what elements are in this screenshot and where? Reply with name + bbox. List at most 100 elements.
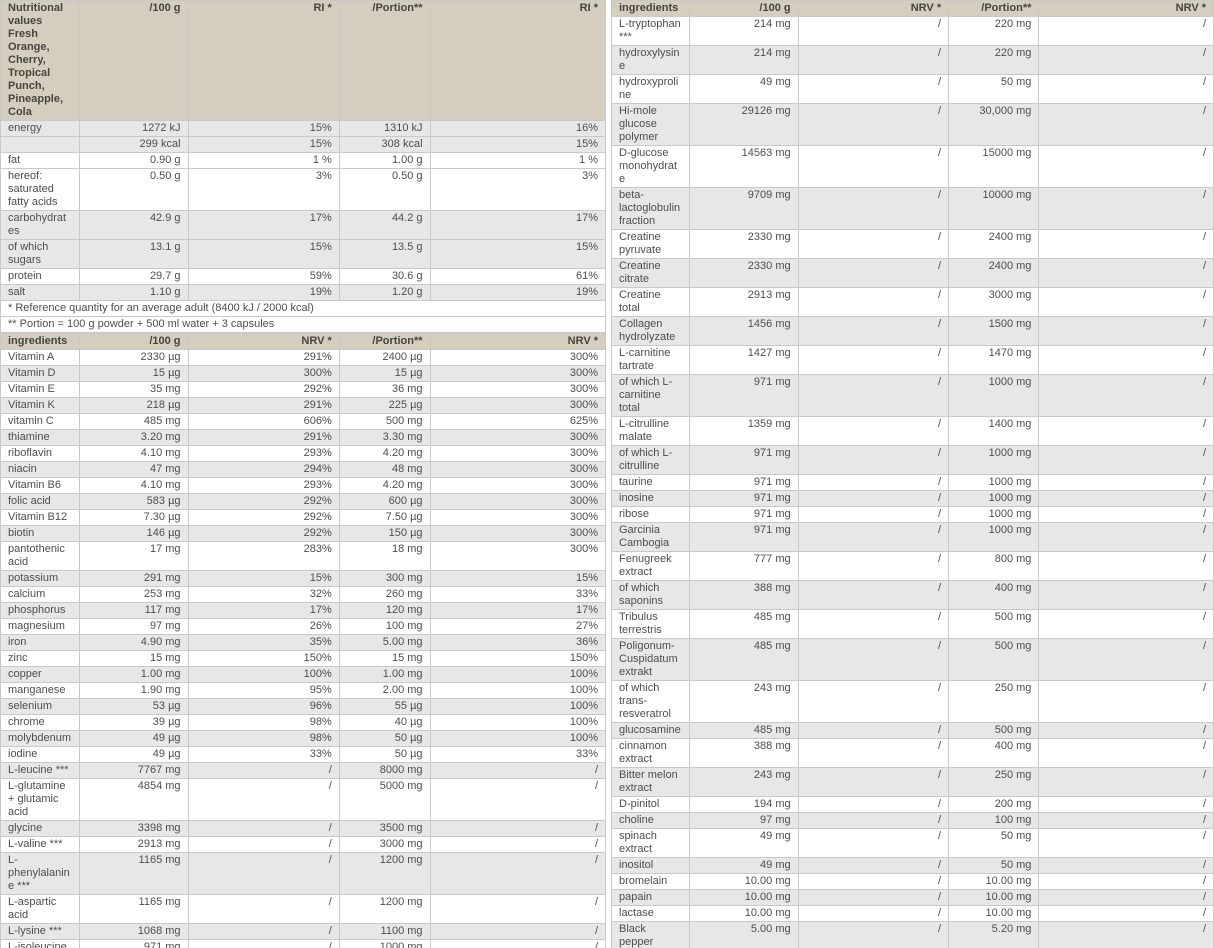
row-value: 2330 mg (690, 230, 798, 259)
row-value: 214 mg (690, 17, 798, 46)
row-value: 300% (188, 366, 339, 382)
row-value: / (798, 475, 949, 491)
row-value: 49 µg (79, 731, 188, 747)
row-value: 225 µg (339, 398, 430, 414)
row-value: 291% (188, 398, 339, 414)
table-row: D-glucose monohydrate14563 mg/15000 mg/ (612, 146, 1214, 188)
row-value: 300% (430, 446, 605, 462)
row-value: 15 µg (79, 366, 188, 382)
row-value: / (798, 17, 949, 46)
table-row: Creatine citrate2330 mg/2400 mg/ (612, 259, 1214, 288)
row-label: of which L-citrulline (612, 446, 690, 475)
row-value: 220 mg (949, 17, 1039, 46)
row-value: / (188, 895, 339, 924)
row-value: 1000 mg (949, 446, 1039, 475)
row-value: 13.5 g (339, 240, 430, 269)
row-value: 15% (188, 121, 339, 137)
col-header-per-100g: /100 g (690, 1, 798, 17)
table-row: zinc15 mg150%15 mg150% (1, 651, 606, 667)
row-label: Tribulus terrestris (612, 610, 690, 639)
row-value: 98% (188, 715, 339, 731)
row-value: 1000 mg (949, 491, 1039, 507)
row-value: / (1039, 874, 1214, 890)
row-value: 33% (430, 587, 605, 603)
table-row: L-tryptophan ***214 mg/220 mg/ (612, 17, 1214, 46)
row-value: 214 mg (690, 46, 798, 75)
row-value: / (430, 837, 605, 853)
row-value: / (430, 940, 605, 948)
col-header-nrv-1: NRV * (798, 1, 949, 17)
nutrition-info-page: Nutritional values Fresh Orange, Cherry,… (0, 0, 1214, 948)
col-header-nrv-2: NRV * (1039, 1, 1214, 17)
row-value: 3398 mg (79, 821, 188, 837)
table-row: spinach extract49 mg/50 mg/ (612, 829, 1214, 858)
row-value: / (1039, 829, 1214, 858)
row-label: selenium (1, 699, 80, 715)
row-value: / (1039, 417, 1214, 446)
row-value: 388 mg (690, 581, 798, 610)
table-row: salt1.10 g19%1.20 g19% (1, 285, 606, 301)
row-value: 15% (188, 240, 339, 269)
row-value: 500 mg (949, 723, 1039, 739)
row-label: Creatine citrate (612, 259, 690, 288)
row-value: / (1039, 346, 1214, 375)
row-value: / (798, 723, 949, 739)
row-value: 292% (188, 510, 339, 526)
row-value: 10.00 mg (949, 890, 1039, 906)
row-value: 61% (430, 269, 605, 285)
row-value: 48 mg (339, 462, 430, 478)
row-value: 300 mg (339, 571, 430, 587)
table-row: Garcinia Cambogia971 mg/1000 mg/ (612, 523, 1214, 552)
table-row: phosphorus117 mg17%120 mg17% (1, 603, 606, 619)
nutritional-values-header-row: Nutritional values Fresh Orange, Cherry,… (1, 1, 606, 121)
row-value: 292% (188, 494, 339, 510)
table-row: Vitamin D15 µg300%15 µg300% (1, 366, 606, 382)
row-value: 293% (188, 446, 339, 462)
row-value: / (798, 552, 949, 581)
row-value: / (430, 895, 605, 924)
row-value: 971 mg (690, 475, 798, 491)
row-label: fat (1, 153, 80, 169)
table-row: inositol49 mg/50 mg/ (612, 858, 1214, 874)
row-value: 55 µg (339, 699, 430, 715)
row-value: 5000 mg (339, 779, 430, 821)
row-value: 14563 mg (690, 146, 798, 188)
row-value: 1068 mg (79, 924, 188, 940)
row-value: 0.50 g (79, 169, 188, 211)
table-row: iodine49 µg33%50 µg33% (1, 747, 606, 763)
ingredients-table-right: ingredients /100 g NRV * /Portion** NRV … (611, 0, 1214, 948)
row-value: 100 mg (339, 619, 430, 635)
row-label: niacin (1, 462, 80, 478)
row-label: copper (1, 667, 80, 683)
row-label: energy (1, 121, 80, 137)
right-column: ingredients /100 g NRV * /Portion** NRV … (611, 0, 1214, 948)
row-value: 117 mg (79, 603, 188, 619)
row-value: 49 mg (690, 829, 798, 858)
row-label: hereof: saturated fatty acids (1, 169, 80, 211)
row-value: 15 mg (79, 651, 188, 667)
row-value: 15 µg (339, 366, 430, 382)
table-row: Vitamin A2330 µg291%2400 µg300% (1, 350, 606, 366)
row-label: pantothenic acid (1, 542, 80, 571)
row-value: / (1039, 507, 1214, 523)
table-row: fat0.90 g1 %1.00 g1 % (1, 153, 606, 169)
row-value: / (430, 853, 605, 895)
row-value: / (1039, 491, 1214, 507)
row-label: taurine (612, 475, 690, 491)
row-label: Hi-mole glucose polymer (612, 104, 690, 146)
table-row: pantothenic acid17 mg283%18 mg300% (1, 542, 606, 571)
col-header-ri-2: RI * (430, 1, 605, 121)
row-value: 15% (430, 240, 605, 269)
row-value: / (798, 523, 949, 552)
row-value: 150% (430, 651, 605, 667)
row-label: L-phenylalanine *** (1, 853, 80, 895)
table-row: chrome39 µg98%40 µg100% (1, 715, 606, 731)
row-value: / (1039, 475, 1214, 491)
row-value: 100% (188, 667, 339, 683)
table-row: Bitter melon extract243 mg/250 mg/ (612, 768, 1214, 797)
row-value: 971 mg (690, 375, 798, 417)
table-row: papain10.00 mg/10.00 mg/ (612, 890, 1214, 906)
row-label: chrome (1, 715, 80, 731)
row-value: / (1039, 639, 1214, 681)
row-label: molybdenum (1, 731, 80, 747)
